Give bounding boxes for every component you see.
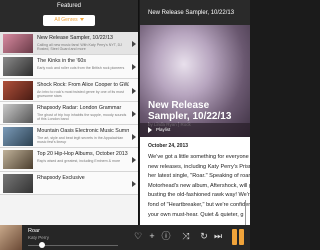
featured-header: Featured All Genres (0, 0, 138, 32)
chevron-right-icon (132, 180, 136, 187)
item-title: Rhapsody Exclusive (37, 174, 85, 181)
featured-panel: Featured All Genres New Release Sampler,… (0, 0, 139, 225)
chevron-right-icon (132, 64, 136, 71)
now-playing-art[interactable] (0, 225, 22, 250)
thumbnail (3, 173, 33, 193)
playlist-button[interactable]: Playlist (140, 123, 250, 137)
pause-button[interactable] (228, 226, 248, 248)
thumbnail (3, 80, 33, 100)
list-item[interactable]: Mountain Oasis Electronic Music Summit 2… (0, 125, 138, 149)
detail-header: New Release Sampler, 10/22/13 (140, 0, 250, 25)
item-description: Calling all new music fans! With Katy Pe… (37, 43, 122, 52)
item-title: New Release Sampler, 10/22/13 (37, 35, 113, 41)
thumbnail (3, 127, 33, 147)
player-bar: Roar Katy Perry ♡ + ⓘ ⤨ ↻ ⏭ (0, 225, 250, 250)
chevron-right-icon (132, 110, 136, 117)
now-playing-title: Roar (28, 228, 40, 234)
featured-title: Featured (56, 3, 81, 9)
genre-dropdown[interactable]: All Genres (43, 15, 95, 26)
repeat-icon[interactable]: ↻ (198, 230, 210, 242)
play-icon (148, 127, 152, 133)
item-description: Early rock and roller cuts from the Brit… (37, 66, 125, 71)
chevron-right-icon (132, 134, 136, 141)
article-date: October 24, 2013 (148, 143, 189, 149)
item-title: Rhapsody Radar: London Grammar (37, 104, 122, 111)
progress-knob[interactable] (38, 242, 45, 248)
list-item[interactable]: Rhapsody Exclusive (0, 171, 138, 196)
item-description: The art, style and beat legit secrets in… (37, 136, 124, 145)
info-icon[interactable]: ⓘ (160, 230, 172, 242)
hero-image: New Release Sampler, 10/22/13 by Linda R… (140, 25, 250, 137)
add-icon[interactable]: + (146, 230, 158, 242)
list-item[interactable]: The Kinks in the '60s Early rock and roll… (0, 55, 138, 79)
article-line: We've got a little something for everyon… (148, 154, 250, 160)
playlist-label: Playlist (156, 127, 171, 132)
chevron-right-icon (132, 157, 136, 164)
list-item[interactable]: Top 20 Hip-Hop Albums, October 2013 Rap's… (0, 148, 138, 172)
next-icon[interactable]: ⏭ (212, 230, 224, 242)
hero-title: New Release Sampler, 10/22/13 (148, 100, 232, 122)
thumbnail (3, 57, 33, 77)
genre-dropdown-label: All Genres (54, 17, 78, 23)
detail-header-title: New Release Sampler, 10/22/13 (148, 10, 235, 16)
list-item[interactable]: Rhapsody Radar: London Grammar The ghost … (0, 101, 138, 126)
article-line: her latest single, "Roar." Speaking of r… (148, 173, 250, 180)
item-description: An intro to rock's most twisted genre by… (37, 89, 124, 98)
item-title: Top 20 Hip-Hop Albums, October 2013 (37, 151, 128, 158)
chevron-right-icon (132, 87, 136, 94)
heart-icon[interactable]: ♡ (132, 230, 144, 242)
item-title: The Kinks in the '60s (37, 58, 87, 65)
item-description (37, 183, 127, 192)
article-line: new releases, including Katy Perry's Pri… (148, 163, 250, 170)
slider-track (245, 200, 246, 225)
thumbnail (3, 103, 33, 123)
now-playing-artist: Katy Perry (28, 235, 50, 240)
article-line: fond of "Heartbreaker," but we're confid… (148, 201, 250, 208)
item-description: The ghost of trip hop inhabits the suppl… (37, 112, 127, 122)
article-line: busting the old-fashioned rawk way! We'r… (148, 192, 250, 199)
list-item[interactable]: New Release Sampler, 10/22/13 Calling all… (0, 32, 138, 56)
item-title: Mountain Oasis Electronic Music Summit 2… (37, 128, 129, 135)
article: October 24, 2013 We've got a little some… (148, 143, 250, 220)
chevron-right-icon (132, 41, 136, 47)
pause-icon (232, 229, 237, 245)
chevron-down-icon (79, 18, 84, 22)
thumbnail (3, 34, 33, 53)
list-item[interactable]: Shock Rock: From Alice Cooper to GWAR An … (0, 78, 138, 102)
thumbnail (3, 150, 33, 170)
featured-list: New Release Sampler, 10/22/13 Calling all… (0, 32, 138, 196)
article-line: Motorhead's new album, Aftershock, will … (148, 182, 250, 189)
volume-slider[interactable] (241, 200, 250, 225)
item-title: Shock Rock: From Alice Cooper to GWAR (37, 81, 129, 88)
detail-panel: New Release Sampler, 10/22/13 New Releas… (140, 0, 250, 225)
item-description: Rap's wised and greatest, including Emin… (37, 159, 121, 164)
article-line: your own must-hear. Quiet & quieter, g (148, 211, 244, 218)
article-body: We've got a little something for everyon… (148, 153, 250, 220)
shuffle-icon[interactable]: ⤨ (180, 230, 192, 242)
